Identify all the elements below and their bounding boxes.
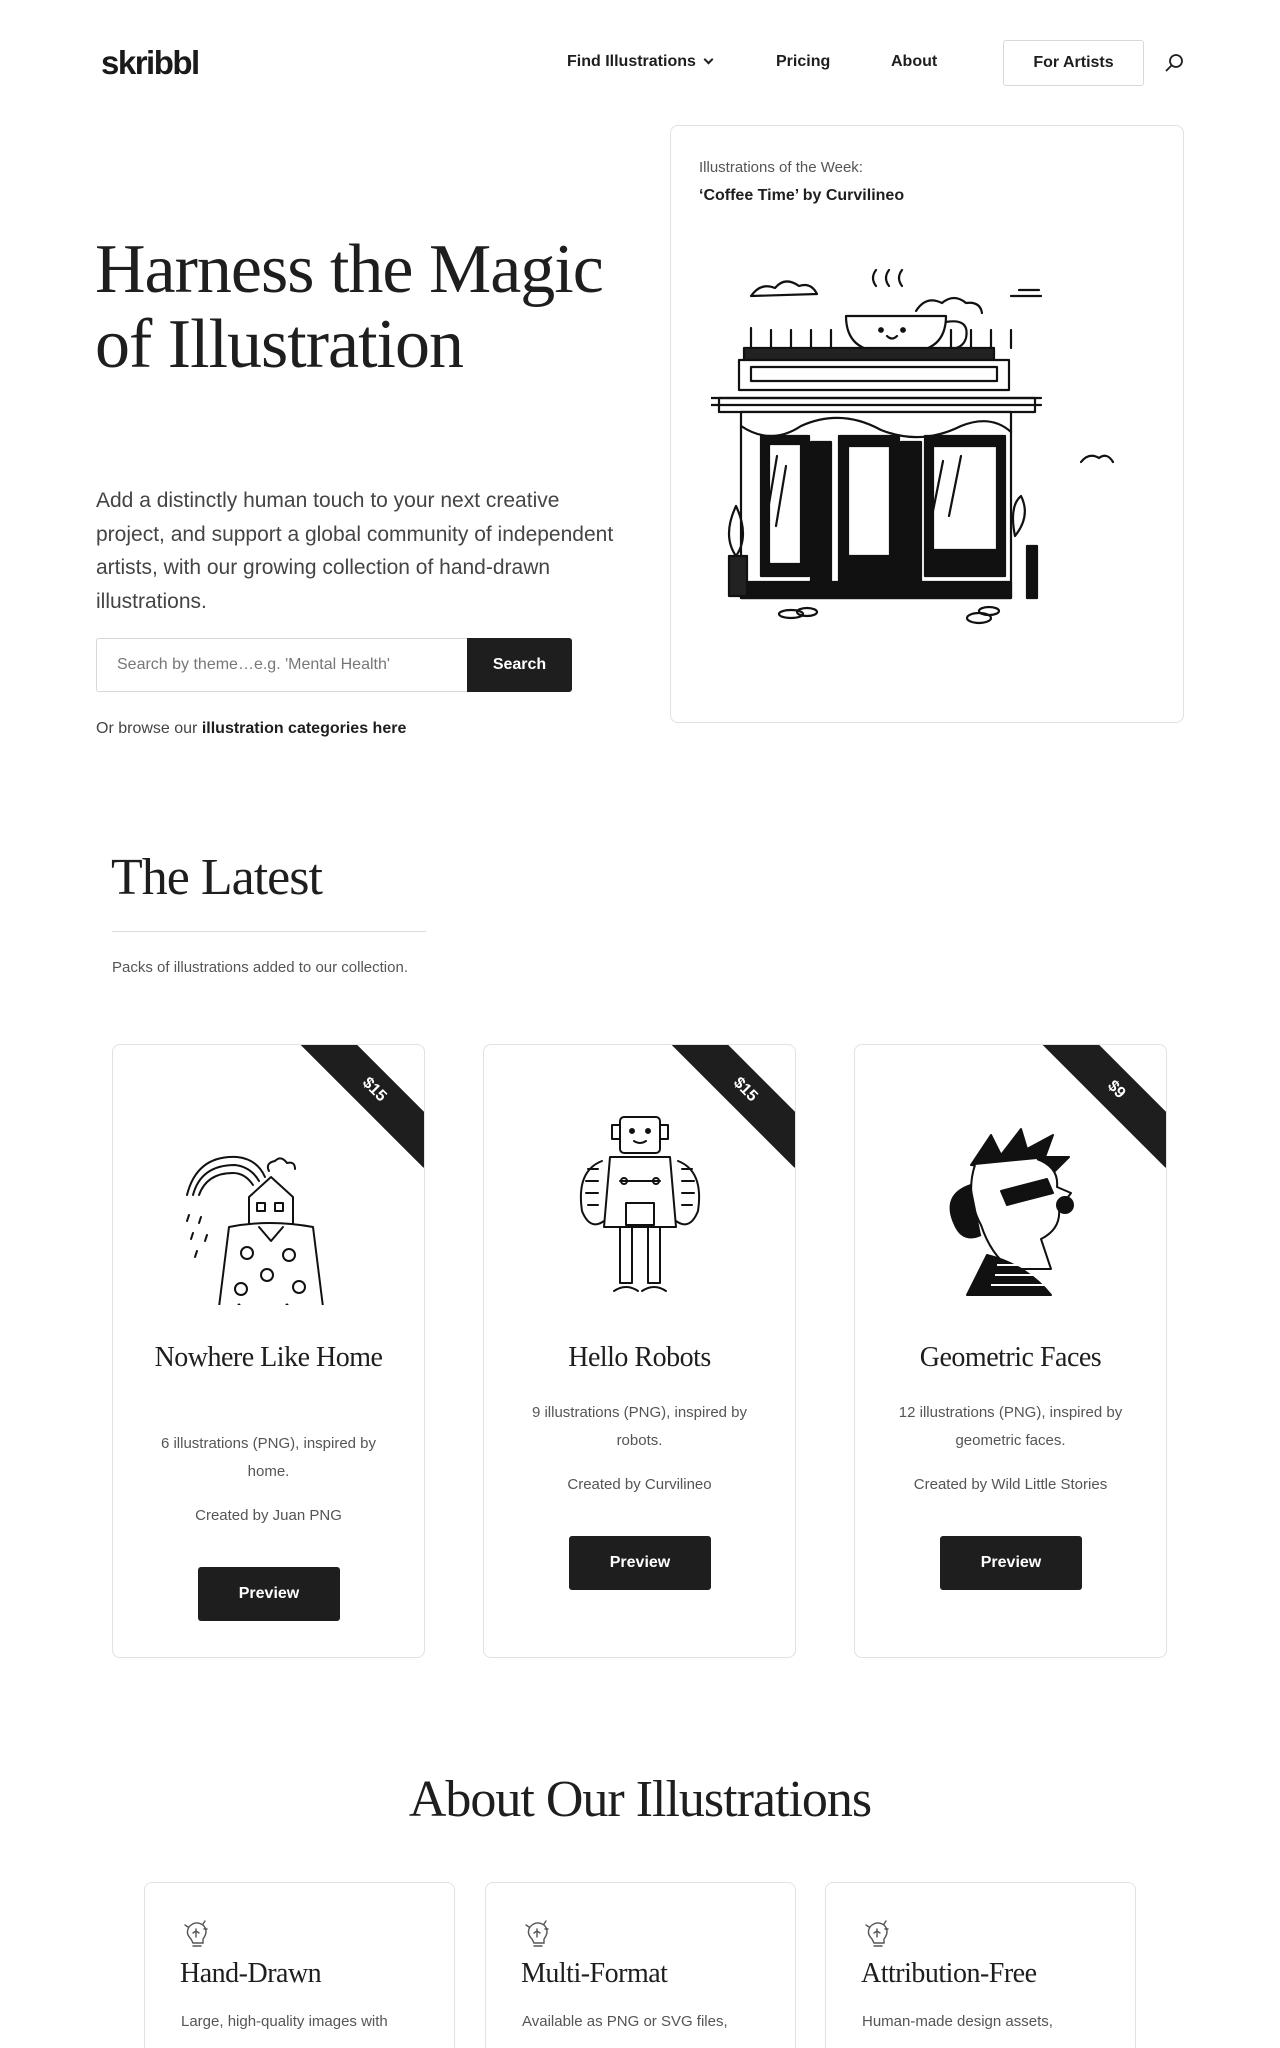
feature-title: Attribution-Free [861, 1958, 1037, 1989]
chevron-down-icon [703, 54, 714, 65]
feature-card-attribution-free: Attribution-Free Human-made design asset… [825, 1882, 1136, 2048]
site-header: skribbl Find Illustrations Pricing About… [0, 0, 1280, 126]
pack-name: Hello Robots [568, 1342, 711, 1373]
search-input[interactable] [96, 638, 468, 692]
pack-description: 6 illustrations (PNG), inspired by home. [160, 1435, 377, 1480]
feature-description: Human-made design assets, [862, 2013, 1053, 2030]
nav-about[interactable]: About [891, 53, 937, 71]
geometric-face-illustration [949, 1128, 1074, 1296]
feature-card-hand-drawn: Hand-Drawn Large, high-quality images wi… [144, 1882, 455, 2048]
for-artists-button[interactable]: For Artists [1003, 40, 1144, 86]
feature-title: Hand-Drawn [180, 1958, 322, 1989]
hero-search: Search [96, 638, 572, 692]
nav-find-illustrations[interactable]: Find Illustrations [567, 53, 714, 71]
about-title: About Our Illustrations [408, 1771, 872, 1828]
divider [112, 931, 426, 932]
logo[interactable]: skribbl [101, 44, 200, 82]
lightbulb-icon [865, 1920, 889, 1947]
browse-categories: Or browse our illustration categories he… [96, 720, 406, 738]
lightbulb-icon [525, 1920, 549, 1947]
hero-title: Harness the Magic of Illustration [95, 231, 604, 383]
pack-card-hello-robots[interactable]: $15 Hello Robots 9 illustrations (PNG), … [483, 1044, 796, 1658]
pack-description: 9 illustrations (PNG), inspired by robot… [531, 1404, 748, 1449]
feature-description: Available as PNG or SVG files, [522, 2013, 728, 2030]
pack-author: Created by Wild Little Stories [913, 1476, 1108, 1493]
pack-card-geometric-faces[interactable]: $9 Geometric Faces 12 illustrations (PNG… [854, 1044, 1167, 1658]
browse-prefix: Or browse our [96, 720, 198, 737]
latest-title: The Latest [111, 849, 323, 906]
categories-link[interactable]: illustration categories here [202, 720, 407, 737]
week-label: Illustrations of the Week: [699, 159, 863, 176]
pack-author: Created by Curvilineo [567, 1476, 712, 1493]
pack-author: Created by Juan PNG [195, 1507, 342, 1524]
pack-name: Nowhere Like Home [154, 1342, 383, 1373]
coffee-shop-illustration [711, 268, 1115, 625]
nav-pricing[interactable]: Pricing [776, 53, 830, 71]
pack-description: 12 illustrations (PNG), inspired by geom… [898, 1404, 1123, 1449]
search-icon[interactable] [1164, 52, 1186, 74]
nav-find-label: Find Illustrations [567, 53, 696, 70]
pack-card-nowhere-like-home[interactable]: $15 Nowhere Like Home 6 illustrations (P… [112, 1044, 425, 1658]
week-title: ‘Coffee Time’ by Curvilineo [699, 187, 905, 204]
illustration-of-week-card[interactable]: Illustrations of the Week: ‘Coffee Time’… [670, 125, 1184, 723]
feature-description: Large, high-quality images with [181, 2013, 388, 2030]
robot-illustration [580, 1116, 700, 1292]
feature-title: Multi-Format [521, 1958, 668, 1989]
preview-button[interactable]: Preview [198, 1567, 340, 1621]
search-button[interactable]: Search [467, 638, 572, 692]
preview-button[interactable]: Preview [940, 1536, 1082, 1590]
house-character-illustration [186, 1155, 324, 1305]
hero-subtitle: Add a distinctly human touch to your nex… [96, 489, 614, 613]
feature-card-multi-format: Multi-Format Available as PNG or SVG fil… [485, 1882, 796, 2048]
lightbulb-icon [184, 1920, 208, 1947]
latest-description: Packs of illustrations added to our coll… [112, 959, 408, 976]
pack-name: Geometric Faces [919, 1342, 1102, 1373]
preview-button[interactable]: Preview [569, 1536, 711, 1590]
